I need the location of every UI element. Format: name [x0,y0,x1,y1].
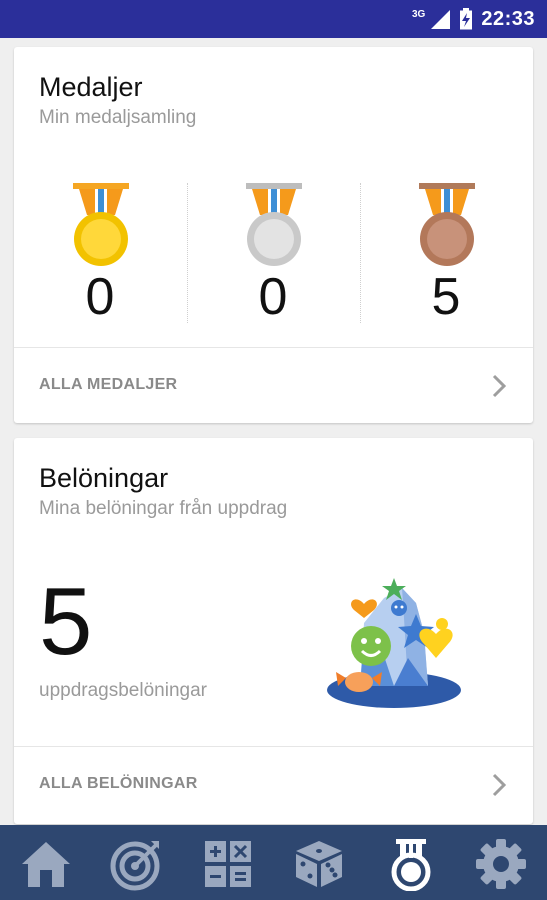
nav-settings[interactable] [474,837,528,891]
rewards-illustration-icon [327,578,461,708]
rewards-count-label: uppdragsbelöningar [39,680,207,701]
nav-calculator[interactable] [201,837,255,891]
status-icons: 3G 22:33 [412,6,535,32]
rewards-title: Belöningar [39,463,169,493]
medals-card: Medaljer Min medaljsamling 0 0 5 ALLA ME… [14,47,533,423]
medal-icon [391,839,431,892]
signal-icon [431,10,451,29]
dice-icon [296,841,342,887]
rewards-count: 5 [39,568,93,675]
clock: 22:33 [481,7,535,30]
calculator-icon [205,841,251,887]
status-bar: 3G 22:33 [0,0,547,38]
target-icon [110,841,160,891]
bronze-medal-icon [419,183,475,266]
silver-medal-item: 0 [187,183,359,326]
all-medals-label: ALLA MEDALJER [39,376,178,393]
gold-medal-icon [73,183,129,266]
battery-icon [460,8,473,30]
nav-medals[interactable] [384,837,438,892]
gold-medal-item: 0 [14,183,186,326]
rewards-subtitle: Mina belöningar från uppdrag [39,498,288,519]
network-type-label: 3G [412,8,426,20]
all-medals-button[interactable]: ALLA MEDALJER [14,347,533,423]
settings-icon [476,839,526,889]
silver-medal-icon [246,183,302,266]
nav-target[interactable] [109,837,163,891]
bottom-navigation [0,825,547,900]
rewards-card: Belöningar Mina belöningar från uppdrag … [14,438,533,824]
all-rewards-button[interactable]: ALLA BELÖNINGAR [14,746,533,822]
bronze-medal-count: 5 [431,268,461,326]
chevron-right-icon [492,374,507,398]
medals-subtitle: Min medaljsamling [39,107,197,128]
nav-dice[interactable] [292,837,346,891]
nav-home[interactable] [19,837,73,891]
chevron-right-icon [492,773,507,797]
gold-medal-count: 0 [85,268,115,326]
all-rewards-label: ALLA BELÖNINGAR [39,775,198,792]
silver-medal-count: 0 [258,268,288,326]
medals-title: Medaljer [39,72,143,102]
bronze-medal-item: 5 [360,183,532,326]
home-icon [22,842,70,887]
